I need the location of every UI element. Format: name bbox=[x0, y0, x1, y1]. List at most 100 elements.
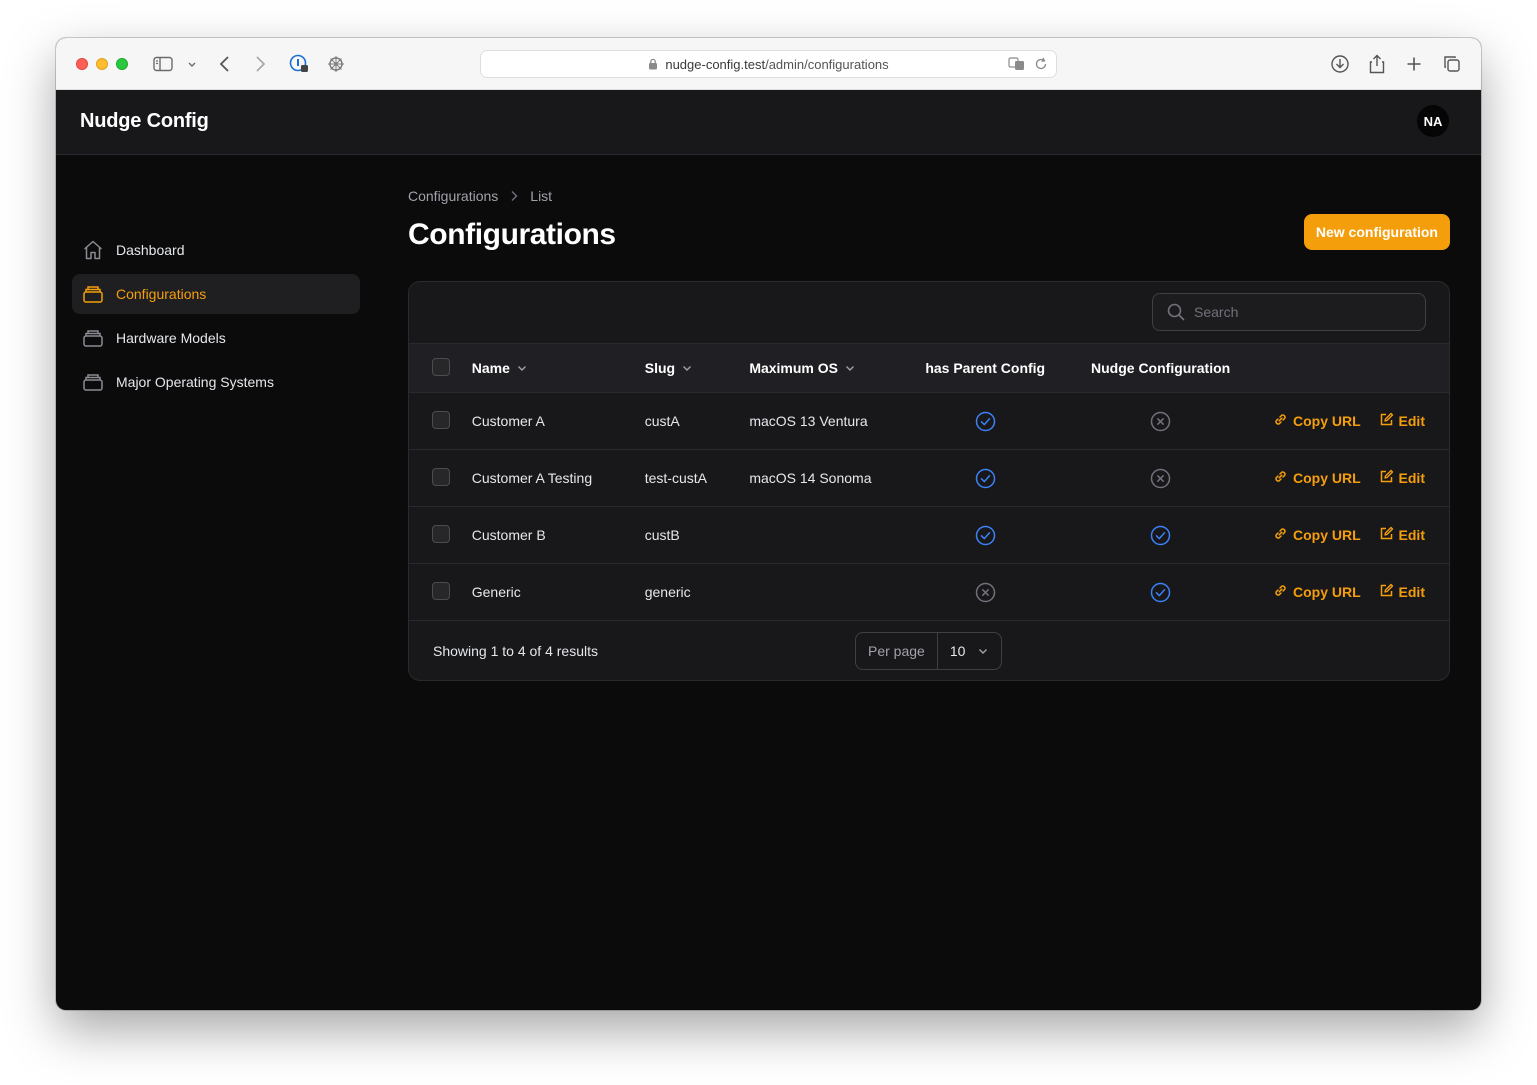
edit-label: Edit bbox=[1398, 413, 1425, 429]
search-icon bbox=[1167, 303, 1185, 321]
table-row: Generic generic Copy URL Edit bbox=[409, 564, 1449, 621]
sidebar-item-hardware-models[interactable]: Hardware Models bbox=[72, 318, 360, 358]
copy-url-label: Copy URL bbox=[1292, 584, 1361, 600]
cell-name[interactable]: Generic bbox=[472, 564, 645, 621]
per-page-label: Per page bbox=[856, 633, 938, 669]
table-row: Customer A custA macOS 13 Ventura Copy U… bbox=[409, 393, 1449, 450]
edit-button[interactable]: Edit bbox=[1379, 412, 1425, 430]
user-avatar[interactable]: NA bbox=[1417, 105, 1449, 137]
cell-maximum-os: macOS 13 Ventura bbox=[749, 413, 868, 429]
downloads-icon[interactable] bbox=[1330, 54, 1350, 74]
share-icon[interactable] bbox=[1369, 54, 1385, 74]
results-summary: Showing 1 to 4 of 4 results bbox=[433, 643, 598, 659]
edit-icon bbox=[1379, 412, 1394, 430]
cell-maximum-os: macOS 14 Sonoma bbox=[749, 470, 872, 486]
sidebar-item-configurations[interactable]: Configurations bbox=[72, 274, 360, 314]
edit-icon bbox=[1379, 583, 1394, 601]
cell-name[interactable]: Customer A Testing bbox=[472, 450, 645, 507]
column-label: Maximum OS bbox=[749, 360, 839, 376]
breadcrumb-link[interactable]: Configurations bbox=[408, 188, 498, 204]
search-field[interactable] bbox=[1152, 293, 1426, 331]
address-bar[interactable]: nudge-config.test/admin/configurations bbox=[480, 50, 1057, 78]
new-configuration-button[interactable]: New configuration bbox=[1303, 214, 1450, 250]
table-footer: Showing 1 to 4 of 4 results Per page 10 bbox=[409, 621, 1449, 680]
per-page-select[interactable]: 10 bbox=[938, 633, 1001, 669]
close-window-button[interactable] bbox=[76, 58, 88, 70]
link-icon bbox=[1273, 469, 1288, 487]
edit-button[interactable]: Edit bbox=[1379, 583, 1425, 601]
select-all-checkbox[interactable] bbox=[432, 357, 450, 376]
copy-url-button[interactable]: Copy URL bbox=[1273, 583, 1361, 601]
password-manager-icon[interactable] bbox=[289, 54, 309, 74]
link-icon bbox=[1273, 583, 1288, 601]
column-header-slug[interactable]: Slug bbox=[645, 360, 693, 376]
main-content: Configurations List Configurations New c… bbox=[408, 188, 1450, 681]
cell-name[interactable]: Customer B bbox=[472, 507, 645, 564]
check-circle-icon bbox=[975, 525, 996, 545]
sidebar-item-label: Hardware Models bbox=[116, 330, 226, 346]
extension-icon[interactable] bbox=[326, 54, 346, 74]
check-circle-icon bbox=[1150, 525, 1171, 545]
sidebar-item-label: Major Operating Systems bbox=[116, 374, 274, 390]
table-toolbar bbox=[409, 282, 1449, 343]
edit-label: Edit bbox=[1398, 470, 1425, 486]
sidebar-item-dashboard[interactable]: Dashboard bbox=[72, 230, 360, 270]
x-circle-icon bbox=[1150, 411, 1171, 431]
row-checkbox[interactable] bbox=[432, 410, 450, 429]
edit-icon bbox=[1379, 469, 1394, 487]
column-label: Name bbox=[471, 360, 510, 376]
minimize-window-button[interactable] bbox=[96, 58, 108, 70]
chevron-down-icon bbox=[681, 362, 693, 374]
stack-icon bbox=[82, 327, 104, 349]
column-header-maximum-os[interactable]: Maximum OS bbox=[749, 360, 856, 376]
copy-url-button[interactable]: Copy URL bbox=[1273, 469, 1361, 487]
cell-slug: custB bbox=[644, 527, 680, 543]
sidebar-toggle-icon[interactable] bbox=[153, 54, 173, 74]
cell-name[interactable]: Customer A bbox=[472, 393, 645, 450]
url-host: nudge-config.test bbox=[665, 56, 766, 72]
copy-url-label: Copy URL bbox=[1292, 527, 1361, 543]
column-label: Slug bbox=[644, 360, 676, 376]
app-brand[interactable]: Nudge Config bbox=[80, 110, 209, 133]
edit-button[interactable]: Edit bbox=[1379, 469, 1425, 487]
cell-maximum-os bbox=[749, 507, 908, 564]
cell-slug: generic bbox=[644, 584, 691, 600]
lock-icon bbox=[648, 58, 658, 70]
copy-url-button[interactable]: Copy URL bbox=[1273, 526, 1361, 544]
chevron-down-icon[interactable] bbox=[187, 54, 197, 74]
table-row: Customer A Testing test-custA macOS 14 S… bbox=[409, 450, 1449, 507]
row-checkbox[interactable] bbox=[432, 581, 450, 600]
sidebar-item-major-operating-systems[interactable]: Major Operating Systems bbox=[72, 362, 360, 402]
stack-icon bbox=[82, 283, 104, 305]
tab-overview-icon[interactable] bbox=[1443, 54, 1461, 74]
check-circle-icon bbox=[975, 468, 996, 488]
table-row: Customer B custB Copy URL Edit bbox=[409, 507, 1449, 564]
url-path: /admin/configurations bbox=[765, 56, 889, 72]
per-page-control: Per page 10 bbox=[855, 632, 1002, 670]
chevron-down-icon bbox=[516, 362, 528, 374]
cell-slug: test-custA bbox=[644, 470, 707, 486]
browser-window: nudge-config.test/admin/configurations N… bbox=[56, 38, 1481, 1010]
browser-toolbar: nudge-config.test/admin/configurations bbox=[56, 38, 1481, 90]
row-checkbox[interactable] bbox=[432, 467, 450, 486]
check-circle-icon bbox=[975, 411, 996, 431]
row-checkbox[interactable] bbox=[432, 524, 450, 543]
back-icon[interactable] bbox=[219, 54, 231, 74]
new-tab-icon[interactable] bbox=[1406, 54, 1422, 74]
edit-button[interactable]: Edit bbox=[1379, 526, 1425, 544]
translate-icon[interactable] bbox=[1008, 57, 1026, 74]
reload-icon[interactable] bbox=[1034, 57, 1048, 74]
copy-url-button[interactable]: Copy URL bbox=[1273, 412, 1361, 430]
zoom-window-button[interactable] bbox=[116, 58, 128, 70]
edit-label: Edit bbox=[1398, 527, 1425, 543]
table-header-row: Name Slug Maximum OS has Parent Config N… bbox=[409, 343, 1449, 393]
configurations-table-card: Name Slug Maximum OS bbox=[408, 281, 1450, 681]
edit-icon bbox=[1379, 526, 1394, 544]
app-header: Nudge Config NA bbox=[56, 90, 1481, 155]
column-header-name[interactable]: Name bbox=[472, 360, 528, 376]
search-input[interactable] bbox=[1194, 304, 1404, 320]
breadcrumb-current: List bbox=[530, 188, 553, 204]
chevron-down-icon bbox=[844, 362, 856, 374]
forward-icon[interactable] bbox=[254, 54, 266, 74]
sidebar-item-label: Configurations bbox=[116, 286, 207, 302]
